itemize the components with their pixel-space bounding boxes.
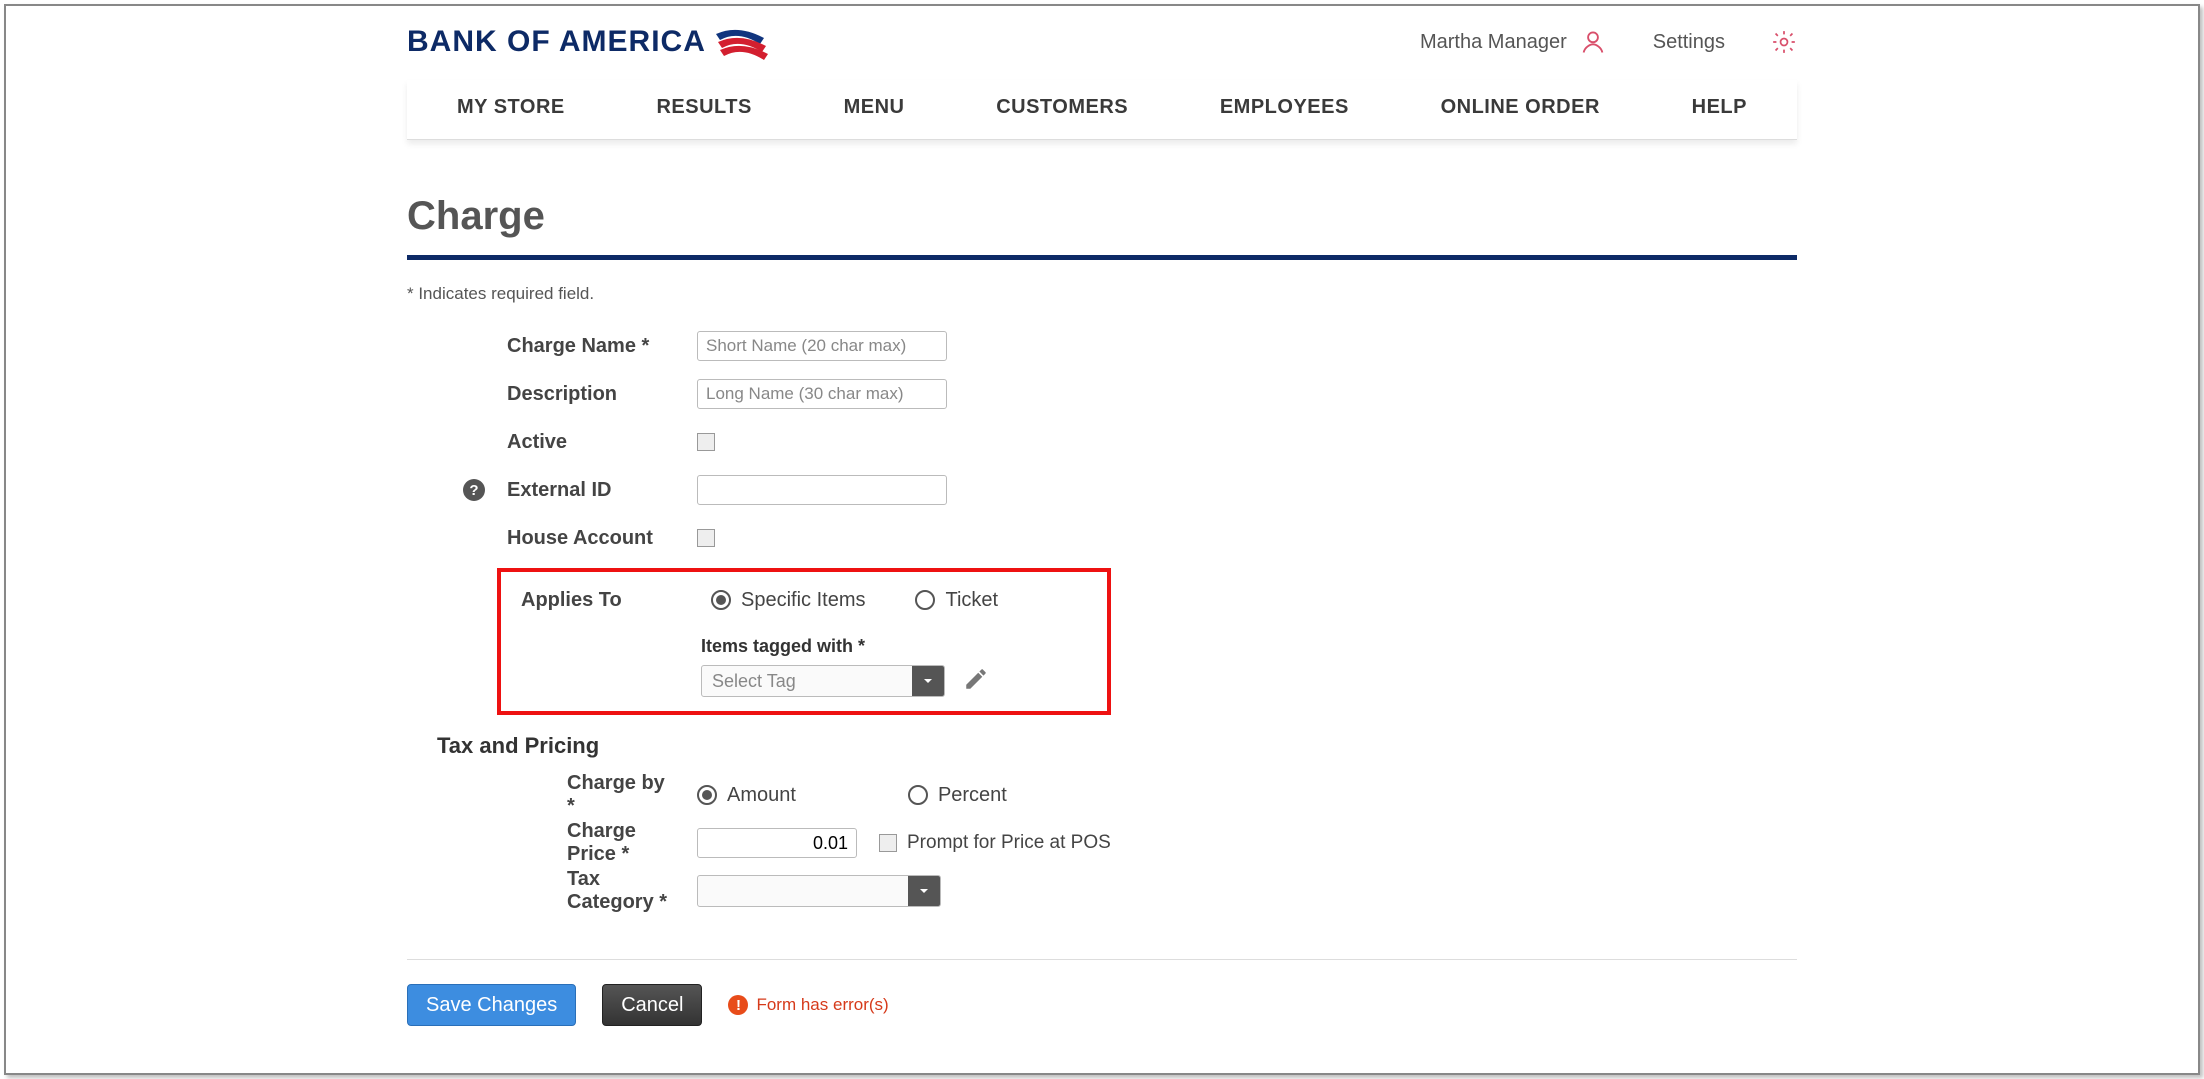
header-right: Martha Manager Settings — [1420, 28, 1797, 56]
prompt-price-row[interactable]: Prompt for Price at POS — [879, 832, 1111, 854]
external-id-label: External ID — [407, 479, 677, 502]
chevron-down-icon — [908, 875, 940, 907]
active-label: Active — [407, 431, 677, 454]
description-label: Description — [407, 383, 677, 406]
tax-pricing-heading: Tax and Pricing — [437, 733, 1797, 759]
radio-specific-items-label: Specific Items — [741, 589, 865, 612]
error-text: Form has error(s) — [756, 995, 888, 1015]
radio-percent-indicator — [908, 785, 928, 805]
tag-select[interactable]: Select Tag — [701, 665, 945, 697]
logo-flag-icon — [714, 24, 769, 60]
chevron-down-icon — [912, 665, 944, 697]
external-id-input[interactable] — [697, 475, 947, 505]
charge-price-input[interactable] — [697, 828, 857, 858]
radio-ticket-indicator — [915, 590, 935, 610]
nav-results[interactable]: RESULTS — [646, 80, 761, 139]
alert-icon: ! — [728, 995, 748, 1015]
nav-menu[interactable]: MENU — [834, 80, 915, 139]
house-account-label: House Account — [407, 527, 677, 550]
charge-name-input[interactable] — [697, 331, 947, 361]
radio-amount-indicator — [697, 785, 717, 805]
tax-category-select[interactable] — [697, 875, 941, 907]
applies-to-label: Applies To — [511, 589, 691, 612]
radio-percent[interactable]: Percent — [908, 784, 1007, 807]
pencil-icon[interactable] — [963, 666, 989, 697]
prompt-price-label: Prompt for Price at POS — [907, 832, 1111, 854]
gear-icon[interactable] — [1771, 29, 1797, 55]
radio-amount[interactable]: Amount — [697, 784, 796, 807]
header: BANK OF AMERICA Martha Manager — [407, 6, 1797, 70]
charge-name-label: Charge Name * — [407, 335, 677, 358]
prompt-price-checkbox[interactable] — [879, 834, 897, 852]
user-name: Martha Manager — [1420, 31, 1567, 54]
header-user[interactable]: Martha Manager — [1420, 28, 1607, 56]
nav-employees[interactable]: EMPLOYEES — [1210, 80, 1359, 139]
items-tagged-label: Items tagged with * — [701, 636, 1097, 657]
active-checkbox[interactable] — [697, 433, 715, 451]
radio-ticket[interactable]: Ticket — [915, 589, 998, 612]
cancel-button[interactable]: Cancel — [602, 984, 702, 1026]
charge-by-label: Charge by * — [407, 772, 677, 818]
description-input[interactable] — [697, 379, 947, 409]
nav-customers[interactable]: CUSTOMERS — [986, 80, 1138, 139]
nav-online-order[interactable]: ONLINE ORDER — [1431, 80, 1610, 139]
radio-percent-label: Percent — [938, 784, 1007, 807]
settings-link[interactable]: Settings — [1653, 31, 1725, 54]
applies-to-section: Applies To Specific Items Ticket Items t… — [497, 568, 1111, 715]
radio-specific-items-indicator — [711, 590, 731, 610]
nav-my-store[interactable]: MY STORE — [447, 80, 575, 139]
logo-text: BANK OF AMERICA — [407, 25, 706, 59]
radio-specific-items[interactable]: Specific Items — [711, 589, 865, 612]
help-icon[interactable]: ? — [463, 479, 485, 501]
person-icon — [1579, 28, 1607, 56]
charge-price-label: Charge Price * — [407, 820, 677, 866]
footer-bar: Save Changes Cancel ! Form has error(s) — [407, 959, 1797, 1026]
logo: BANK OF AMERICA — [407, 24, 769, 60]
nav-help[interactable]: HELP — [1682, 80, 1757, 139]
tax-category-label: Tax Category * — [407, 868, 677, 914]
house-account-checkbox[interactable] — [697, 529, 715, 547]
required-note: * Indicates required field. — [407, 284, 1797, 304]
form: Charge Name * Description Active ? E — [407, 322, 1797, 915]
radio-amount-label: Amount — [727, 784, 796, 807]
tag-select-text: Select Tag — [702, 671, 912, 692]
error-message: ! Form has error(s) — [728, 995, 888, 1015]
radio-ticket-label: Ticket — [945, 589, 998, 612]
main-nav: MY STORE RESULTS MENU CUSTOMERS EMPLOYEE… — [407, 80, 1797, 140]
save-button[interactable]: Save Changes — [407, 984, 576, 1026]
page-title: Charge — [407, 194, 1797, 260]
